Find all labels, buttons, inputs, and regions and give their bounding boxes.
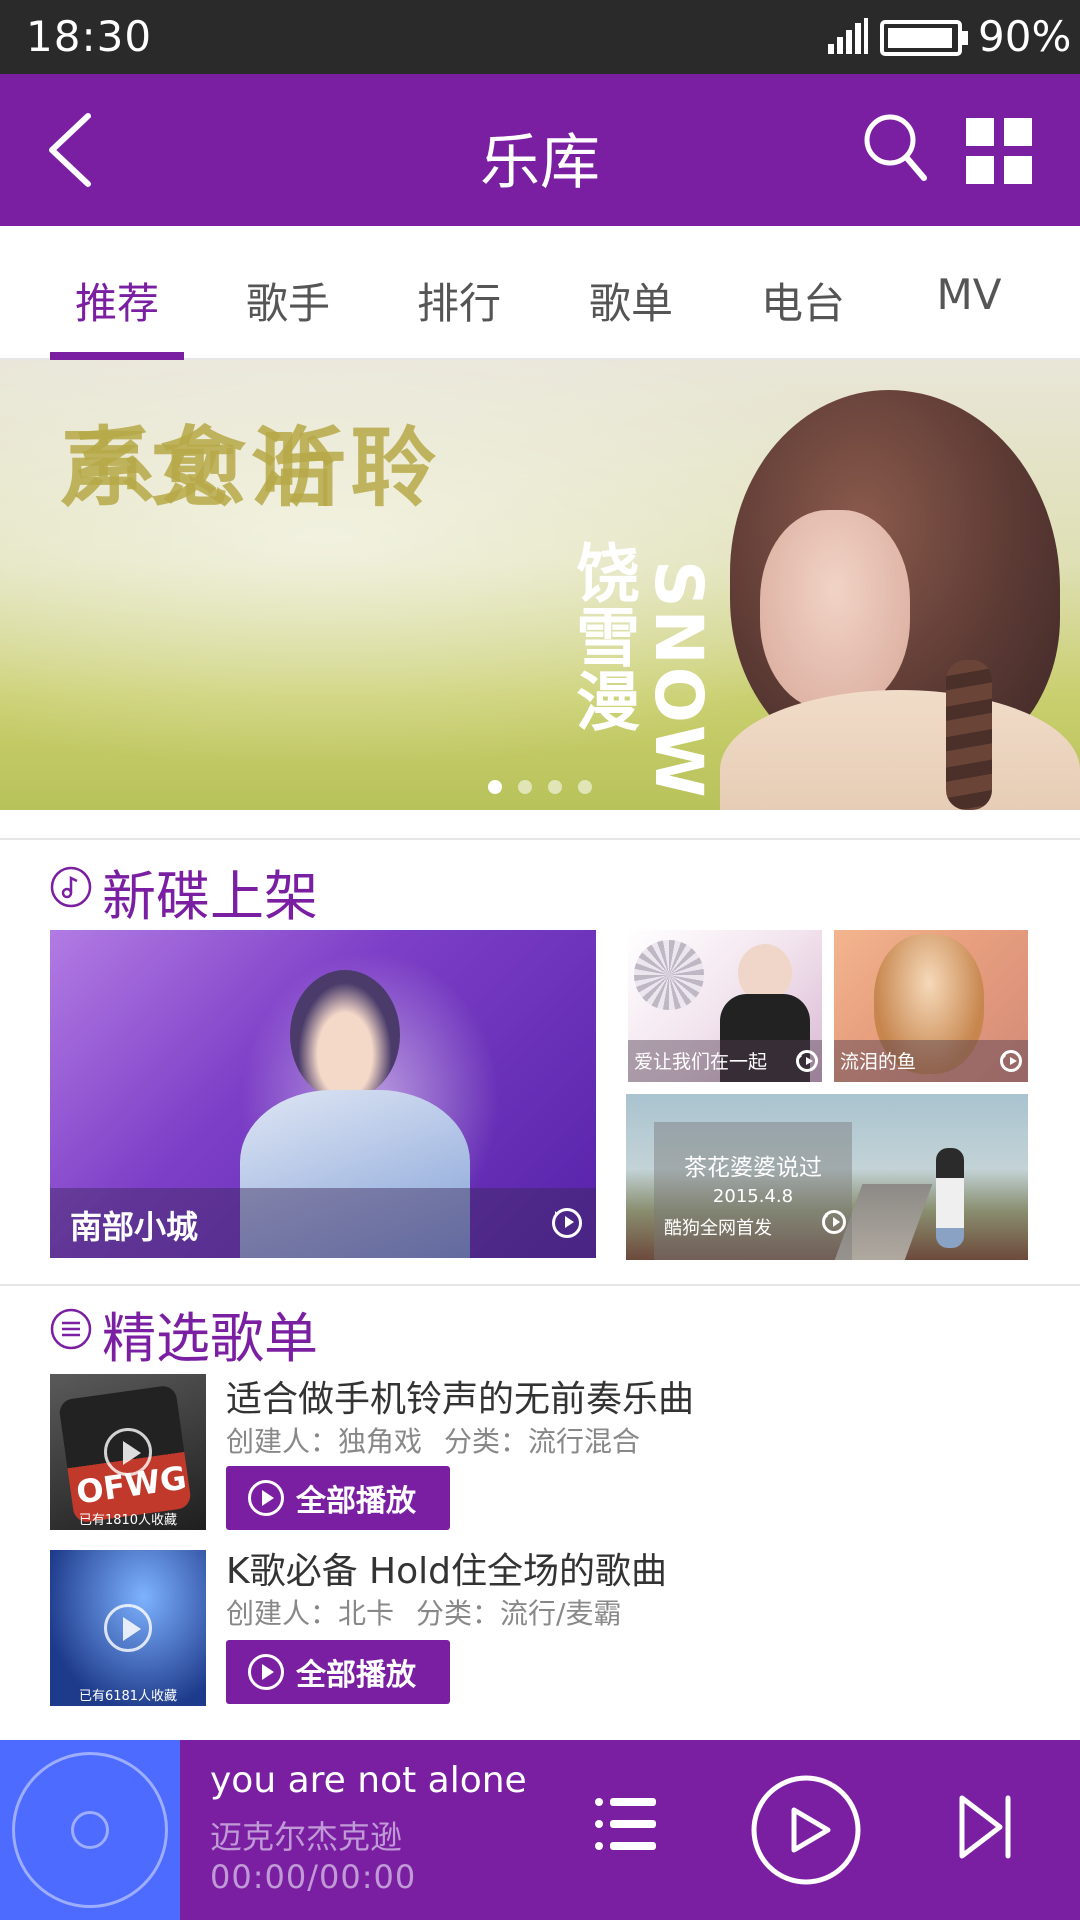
active-tab-indicator bbox=[50, 352, 184, 360]
banner-portrait-braid bbox=[946, 660, 992, 810]
category-name: 流行混合 bbox=[528, 1425, 641, 1458]
album-art-discoball bbox=[634, 940, 704, 1010]
tab-mv[interactable]: MV bbox=[884, 270, 1054, 319]
playlist-title[interactable]: 适合做手机铃声的无前奏乐曲 bbox=[226, 1370, 694, 1422]
album-title: 爱让我们在一起 bbox=[634, 1051, 768, 1073]
featured-album[interactable]: 南部小城 bbox=[50, 930, 596, 1258]
category-tabs: 推荐 歌手 排行 歌单 电台 MV bbox=[0, 226, 1080, 360]
now-playing-progress: 00:00/00:00 bbox=[210, 1858, 417, 1896]
album-caption: 流泪的鱼 bbox=[834, 1040, 1028, 1082]
tab-singers[interactable]: 歌手 bbox=[203, 270, 373, 331]
grid-menu-icon[interactable] bbox=[966, 118, 1032, 184]
favorites-count: 已有1810人收藏 bbox=[78, 1513, 178, 1528]
music-note-icon bbox=[50, 866, 92, 908]
banner-slogan-col3: 女声 bbox=[45, 422, 236, 508]
category-label: 分类： bbox=[416, 1597, 501, 1630]
album-info-box: 茶花婆婆说过 2015.4.8 酷狗全网首发 bbox=[654, 1122, 852, 1260]
section-title: 新碟上架 bbox=[102, 865, 318, 928]
section-divider bbox=[0, 1284, 1080, 1286]
battery-icon bbox=[880, 20, 968, 56]
play-triangle bbox=[1010, 1056, 1018, 1065]
pager-dot[interactable] bbox=[548, 780, 562, 794]
album-art-figure bbox=[936, 1148, 964, 1248]
album-caption: 南部小城 bbox=[50, 1188, 596, 1258]
now-playing-title: you are not alone bbox=[210, 1760, 527, 1801]
play-icon[interactable] bbox=[104, 1428, 152, 1476]
play-icon[interactable] bbox=[822, 1210, 846, 1234]
status-time: 18:30 bbox=[26, 12, 153, 61]
play-all-button[interactable]: 全部播放 bbox=[226, 1640, 450, 1704]
album-tile[interactable]: 流泪的鱼 bbox=[834, 930, 1028, 1082]
play-icon[interactable] bbox=[796, 1050, 818, 1072]
featured-banner[interactable]: 聆听 治愈系 女声 饶雪漫 SNOW bbox=[0, 360, 1080, 810]
album-title: 茶花婆婆说过 bbox=[684, 1155, 822, 1181]
playlist-cover[interactable]: OFWG 已有1810人收藏 bbox=[50, 1374, 206, 1530]
album-title: 流泪的鱼 bbox=[840, 1051, 917, 1073]
album-title: 南部小城 bbox=[70, 1208, 199, 1246]
category-name: 流行/麦霸 bbox=[500, 1597, 622, 1630]
banner-slogan-col1: 聆听 bbox=[245, 422, 436, 508]
pager-dot[interactable] bbox=[518, 780, 532, 794]
search-icon[interactable] bbox=[862, 112, 928, 184]
now-playing-artist: 迈克尔杰克逊 bbox=[210, 1818, 403, 1856]
playlist-title[interactable]: K歌必备 Hold住全场的歌曲 bbox=[226, 1542, 667, 1594]
play-triangle bbox=[806, 1056, 814, 1065]
signal-icon bbox=[828, 18, 868, 54]
list-icon bbox=[50, 1308, 92, 1350]
play-icon[interactable] bbox=[552, 1208, 582, 1238]
play-icon bbox=[248, 1480, 284, 1516]
album-tile-wide[interactable]: 茶花婆婆说过 2015.4.8 酷狗全网首发 bbox=[626, 1094, 1028, 1260]
mini-player[interactable]: you are not alone 迈克尔杰克逊 00:00/00:00 bbox=[0, 1740, 1080, 1920]
app-header: 乐库 bbox=[0, 74, 1080, 226]
play-icon[interactable] bbox=[1000, 1050, 1022, 1072]
play-triangle bbox=[564, 1216, 574, 1229]
play-icon[interactable] bbox=[104, 1604, 152, 1652]
playlist-meta: 创建人：独角戏 分类：流行混合 bbox=[226, 1420, 640, 1460]
play-all-label: 全部播放 bbox=[296, 1658, 416, 1693]
category-label: 分类： bbox=[444, 1425, 529, 1458]
pager-dot[interactable] bbox=[578, 780, 592, 794]
album-disc[interactable] bbox=[0, 1740, 180, 1920]
creator-label: 创建人： bbox=[226, 1425, 339, 1458]
banner-portrait-face bbox=[760, 510, 910, 710]
playlist-cover[interactable]: 已有6181人收藏 bbox=[50, 1550, 206, 1706]
creator-name: 北卡 bbox=[338, 1597, 395, 1630]
section-divider bbox=[0, 838, 1080, 840]
favorites-count: 已有6181人收藏 bbox=[78, 1689, 178, 1704]
status-bar: 18:30 90% bbox=[0, 0, 1080, 74]
play-all-button[interactable]: 全部播放 bbox=[226, 1466, 450, 1530]
battery-percent: 90% bbox=[978, 12, 1072, 61]
play-all-label: 全部播放 bbox=[296, 1484, 416, 1519]
banner-artist-name: 饶雪漫 bbox=[565, 540, 639, 732]
tab-radio[interactable]: 电台 bbox=[718, 270, 888, 331]
playlist-meta: 创建人：北卡 分类：流行/麦霸 bbox=[226, 1592, 621, 1632]
play-triangle bbox=[832, 1217, 840, 1228]
next-track-icon[interactable] bbox=[958, 1794, 1014, 1860]
banner-slogan-col2: 治愈系 bbox=[55, 422, 336, 508]
tab-recommend[interactable]: 推荐 bbox=[32, 270, 202, 331]
tab-charts[interactable]: 排行 bbox=[374, 270, 544, 331]
album-release-date: 2015.4.8 bbox=[712, 1186, 794, 1207]
album-art-figure bbox=[290, 970, 400, 1100]
disc-center bbox=[71, 1811, 109, 1849]
playlist-icon[interactable] bbox=[594, 1796, 656, 1852]
creator-name: 独角戏 bbox=[338, 1425, 423, 1458]
album-caption: 爱让我们在一起 bbox=[628, 1040, 822, 1082]
album-tile[interactable]: 爱让我们在一起 bbox=[628, 930, 822, 1082]
play-icon bbox=[248, 1654, 284, 1690]
creator-label: 创建人： bbox=[226, 1597, 339, 1630]
section-title: 精选歌单 bbox=[102, 1307, 318, 1370]
banner-artist-en: SNOW bbox=[640, 560, 717, 800]
album-release-note: 酷狗全网首发 bbox=[664, 1218, 772, 1239]
play-icon[interactable] bbox=[750, 1774, 862, 1886]
tab-playlists[interactable]: 歌单 bbox=[546, 270, 716, 331]
pager-dot[interactable] bbox=[488, 780, 502, 794]
